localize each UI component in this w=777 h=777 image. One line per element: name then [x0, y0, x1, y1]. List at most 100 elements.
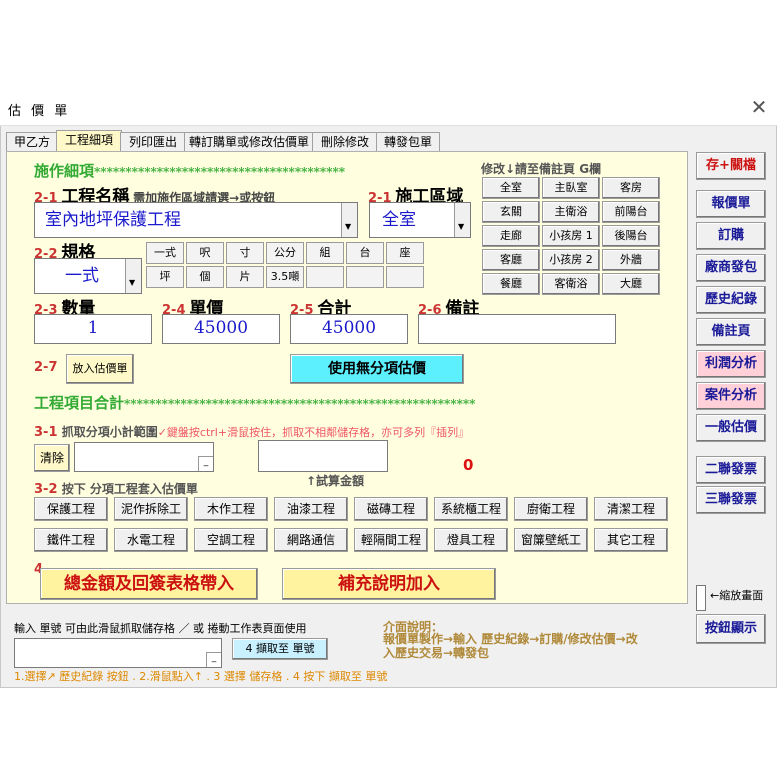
room-button[interactable]: 大廳	[602, 273, 660, 295]
unit-cell[interactable]: 呎	[186, 242, 224, 264]
tab-parties[interactable]: 甲乙方	[6, 132, 58, 153]
category-button[interactable]: 輕隔間工程	[354, 528, 428, 552]
category-button[interactable]: 木作工程	[194, 497, 268, 521]
calc-value: 0	[463, 456, 474, 474]
chevron-down-icon[interactable]: ▼	[341, 203, 357, 237]
range-label: 3-1 抓取分項小計範圍✓鍵盤按ctrl+滑鼠按住，抓取不相鄰儲存格，亦可多列『…	[34, 423, 469, 440]
range-picker-icon[interactable]: _	[198, 456, 213, 471]
unit-cell[interactable]: 片	[226, 266, 264, 288]
category-button[interactable]: 燈具工程	[434, 528, 508, 552]
note-field[interactable]	[418, 314, 616, 344]
room-button[interactable]: 全室	[482, 177, 540, 199]
category-button[interactable]: 廚衛工程	[514, 497, 588, 521]
tab-delete[interactable]: 刪除修改	[312, 132, 378, 153]
unit-cell[interactable]: 台	[346, 242, 384, 264]
chevron-down-icon[interactable]: ▼	[125, 259, 141, 293]
calc-result-field	[258, 440, 388, 472]
room-button[interactable]: 走廊	[482, 225, 540, 247]
room-button[interactable]: 小孩房 2	[542, 249, 600, 271]
field-num: 3-1	[34, 425, 58, 440]
unit-cell[interactable]	[386, 266, 424, 288]
unit-cell[interactable]: 座	[386, 242, 424, 264]
side-button[interactable]: 存+關檔	[696, 152, 766, 180]
room-button[interactable]: 餐廳	[482, 273, 540, 295]
category-button[interactable]: 磁磚工程	[354, 497, 428, 521]
add-to-quote-button[interactable]: 放入估價單	[66, 354, 134, 384]
side-button[interactable]: 三聯發票	[696, 486, 766, 514]
tab-print[interactable]: 列印匯出	[120, 132, 186, 153]
unit-cell[interactable]: 坪	[146, 266, 184, 288]
category-button[interactable]: 鐵件工程	[34, 528, 108, 552]
unit-price-field[interactable]: 45000	[162, 314, 280, 344]
category-button[interactable]: 保護工程	[34, 497, 108, 521]
side-button[interactable]: 利潤分析	[696, 350, 766, 378]
category-button[interactable]: 系統櫃工程	[434, 497, 508, 521]
shrink-scroll[interactable]	[696, 585, 706, 611]
range-hint: ✓鍵盤按ctrl+滑鼠按住，抓取不相鄰儲存格，亦可多列『插列』	[157, 426, 470, 439]
side-button[interactable]: 報價單	[696, 190, 766, 218]
help-text: 報價單製作→輸入 歷史紀錄→訂購/修改估價→改入歷史交易→轉發包	[383, 632, 638, 660]
no-item-quote-button[interactable]: 使用無分項估價	[290, 354, 464, 384]
room-button[interactable]: 外牆	[602, 249, 660, 271]
room-button[interactable]: 前陽台	[602, 201, 660, 223]
range-input[interactable]: _	[74, 442, 214, 472]
category-label-text: 按下 分項工程套入估價單	[61, 482, 198, 496]
order-number-input[interactable]: _	[14, 638, 222, 668]
side-button[interactable]: 歷史紀錄	[696, 286, 766, 314]
room-button[interactable]: 客廳	[482, 249, 540, 271]
unit-cell[interactable]: 個	[186, 266, 224, 288]
side-button[interactable]: 廠商發包	[696, 254, 766, 282]
spec-select[interactable]: 一式 ▼	[34, 258, 142, 294]
total-field[interactable]: 45000	[290, 314, 408, 344]
clear-button[interactable]: 清除	[34, 444, 70, 472]
close-icon[interactable]: ✕	[748, 96, 770, 118]
unit-cell[interactable]	[306, 266, 344, 288]
room-button[interactable]: 客衛浴	[542, 273, 600, 295]
side-button[interactable]: 一般估價	[696, 414, 766, 442]
tab-bar: 甲乙方 工程細項 列印匯出 轉訂購單或修改估價單 刪除修改 轉發包單	[6, 130, 688, 153]
side-button[interactable]: 二聯發票	[696, 456, 766, 484]
category-button[interactable]: 窗簾壁紙工	[514, 528, 588, 552]
category-button[interactable]: 油漆工程	[274, 497, 348, 521]
project-name-select[interactable]: 室內地坪保護工程 ▼	[34, 202, 358, 238]
tab-items[interactable]: 工程細項	[56, 130, 122, 153]
tab-convert[interactable]: 轉訂購單或修改估價單	[184, 132, 314, 153]
unit-cell[interactable]: 一式	[146, 242, 184, 264]
room-button[interactable]: 主臥室	[542, 177, 600, 199]
side-button[interactable]: 訂購	[696, 222, 766, 250]
tab-subcontract[interactable]: 轉發包單	[376, 132, 440, 153]
unit-cell[interactable]: 公分	[266, 242, 304, 264]
room-button[interactable]: 主衛浴	[542, 201, 600, 223]
category-button[interactable]: 水電工程	[114, 528, 188, 552]
category-button[interactable]: 空調工程	[194, 528, 268, 552]
side-button[interactable]: 案件分析	[696, 382, 766, 410]
side-button[interactable]: 備註頁	[696, 318, 766, 346]
add-explanation-button[interactable]: 補充說明加入	[282, 568, 496, 600]
bottom-instruction: 輸入 單號 可由此滑鼠抓取儲存格 ／ 或 捲動工作表頁面使用	[14, 622, 307, 635]
room-button[interactable]: 小孩房 1	[542, 225, 600, 247]
category-button[interactable]: 其它工程	[594, 528, 668, 552]
quantity-field[interactable]: 1	[34, 314, 152, 344]
range-picker-icon[interactable]: _	[206, 652, 221, 667]
total-signoff-button[interactable]: 總金額及回簽表格帶入	[40, 568, 258, 600]
calc-label: ↑試算金額	[306, 474, 365, 488]
title-bar	[0, 92, 777, 126]
unit-cell[interactable]: 3.5噸	[266, 266, 304, 288]
room-button[interactable]: 客房	[602, 177, 660, 199]
fetch-order-button[interactable]: 4 擷取至 單號	[232, 638, 328, 660]
chevron-down-icon[interactable]: ▼	[454, 203, 470, 237]
window-title: 估 價 單	[8, 104, 71, 119]
category-button[interactable]: 網路通信	[274, 528, 348, 552]
unit-cell[interactable]: 寸	[226, 242, 264, 264]
section2-title-text: 工程項目合計	[34, 394, 125, 412]
field-num: 3-2	[34, 482, 58, 497]
unit-cell[interactable]: 組	[306, 242, 344, 264]
area-select[interactable]: 全室 ▼	[369, 202, 471, 238]
area-value: 全室	[382, 210, 416, 230]
room-button[interactable]: 後陽台	[602, 225, 660, 247]
room-button[interactable]: 玄關	[482, 201, 540, 223]
toggle-buttons-button[interactable]: 按鈕顯示	[696, 614, 766, 644]
category-button[interactable]: 清潔工程	[594, 497, 668, 521]
unit-cell[interactable]	[346, 266, 384, 288]
category-button[interactable]: 泥作拆除工	[114, 497, 188, 521]
